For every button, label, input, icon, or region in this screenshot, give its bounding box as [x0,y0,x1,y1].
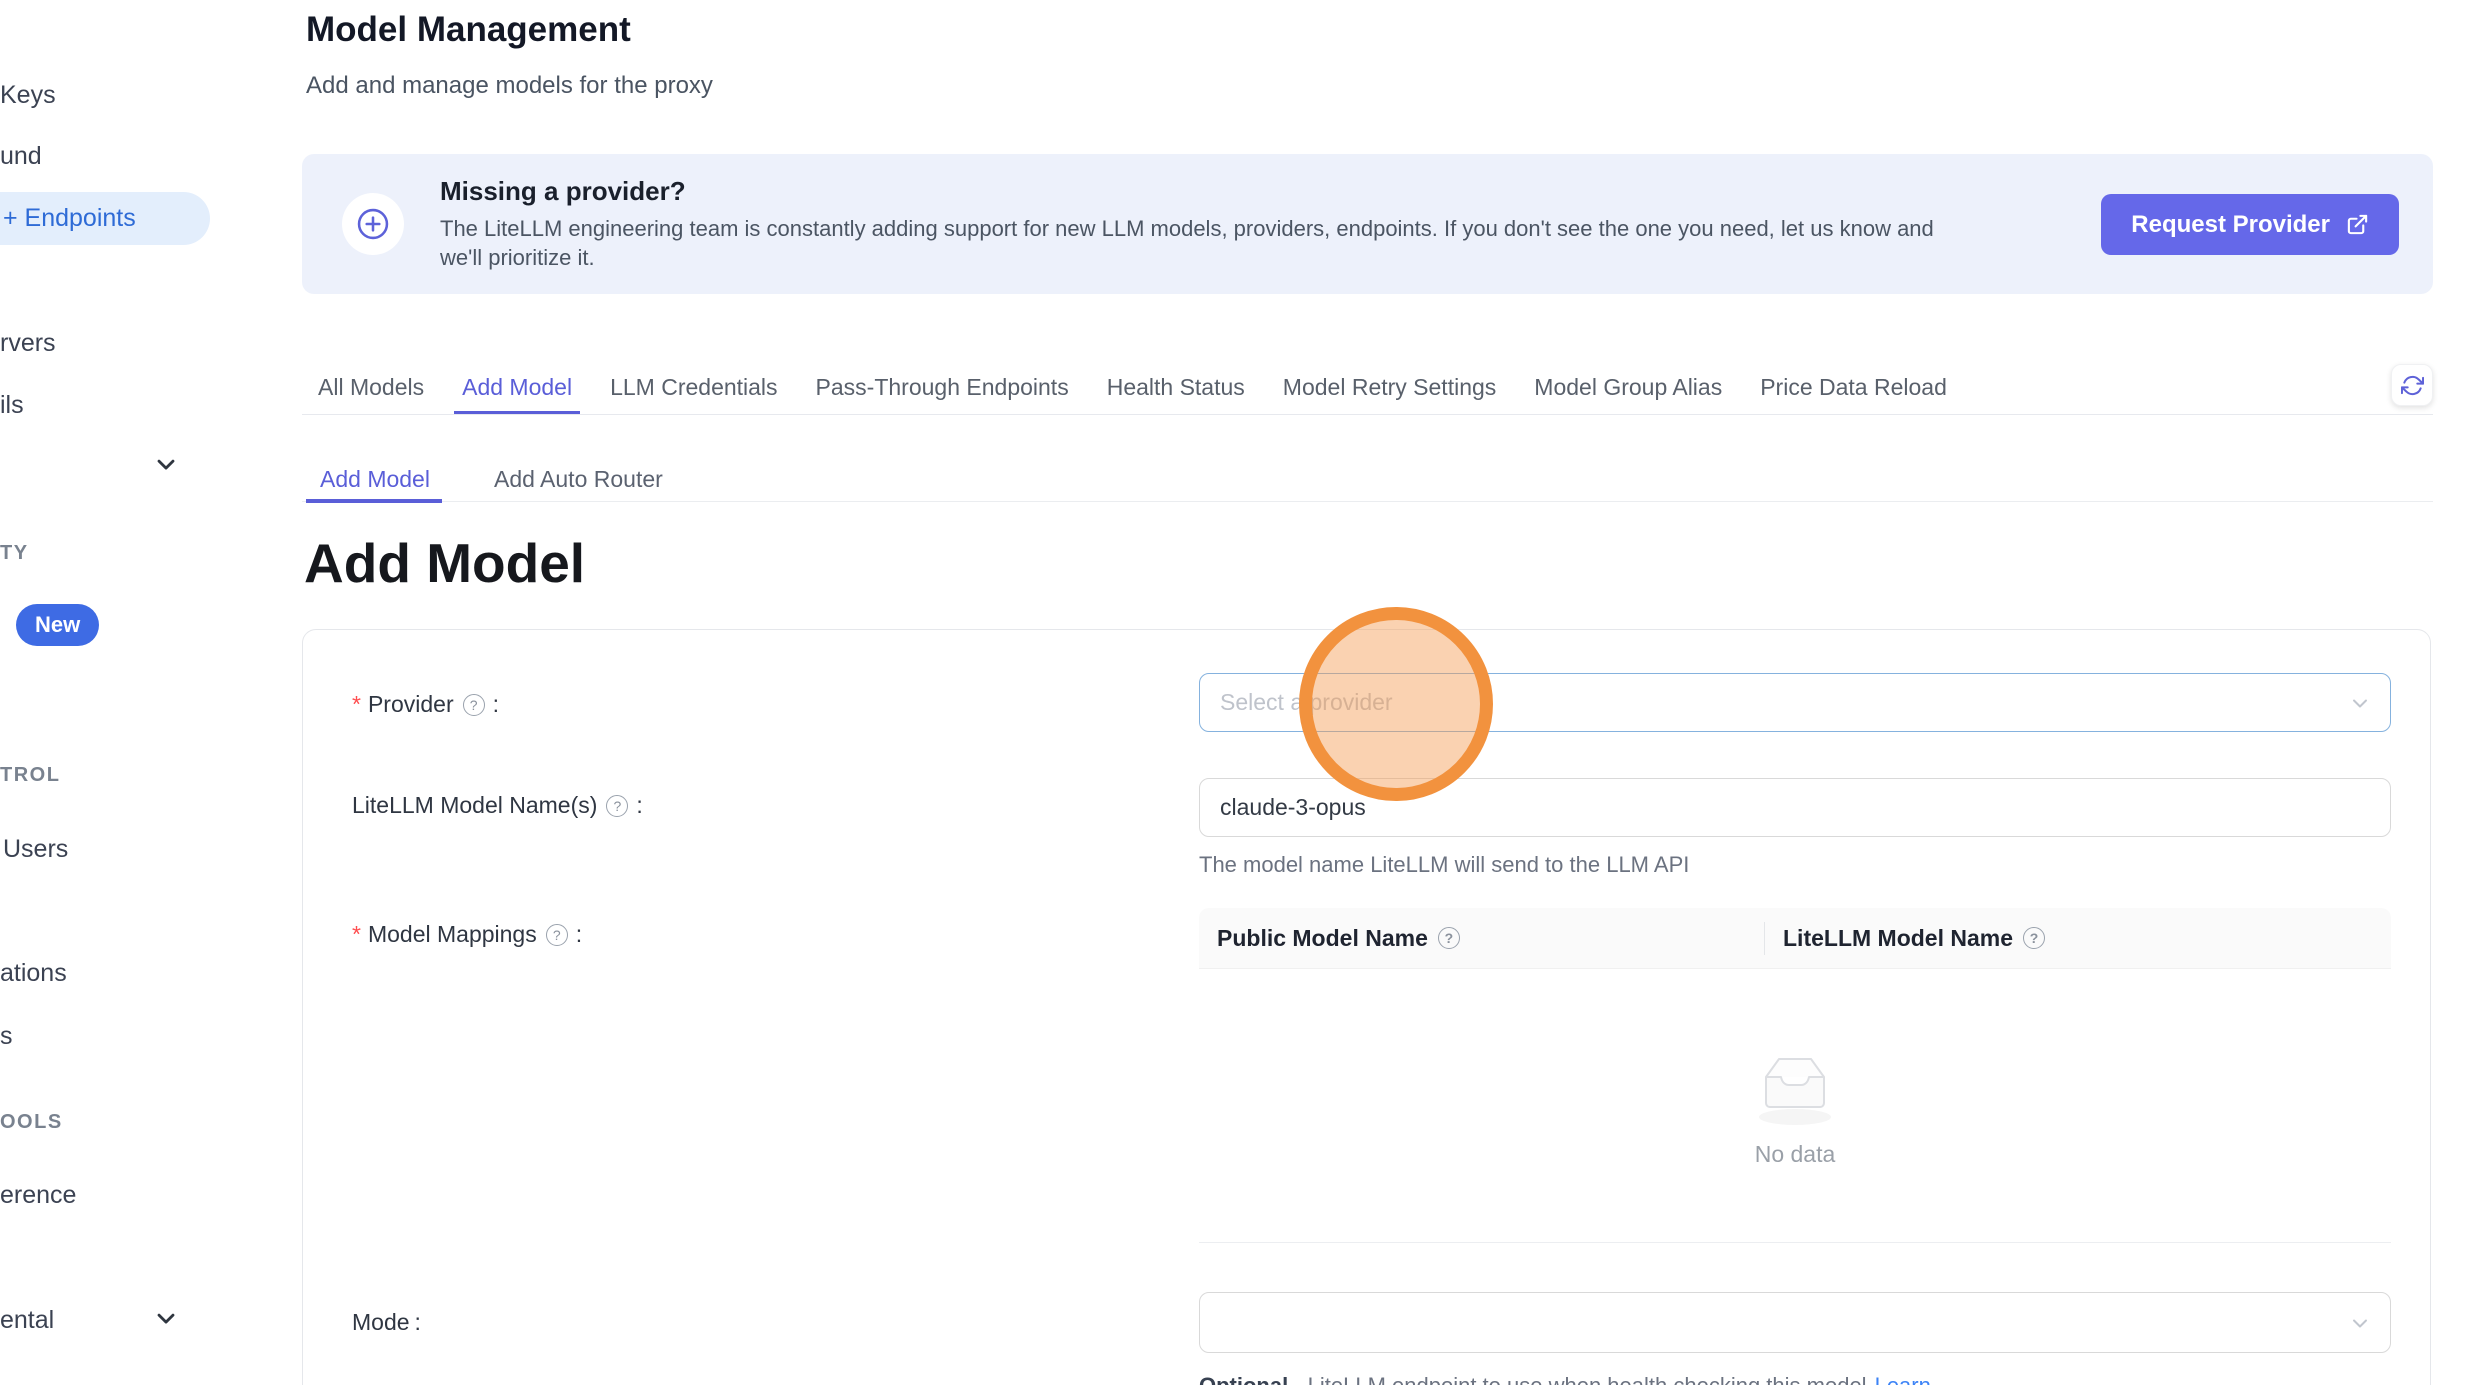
page-title: Model Management [306,10,631,50]
banner-body-line2: we'll prioritize it. [440,243,1934,272]
model-mappings-label: * Model Mappings ? : [352,921,582,948]
help-glyph: ? [614,798,622,814]
sidebar-item-label: + Endpoints [3,204,136,233]
new-badge-label: New [35,612,80,638]
sidebar: Keys und + Endpoints rvers ils TY New TR… [0,0,305,1385]
mode-helper: Optional - LiteLLM endpoint to use when h… [1199,1373,1931,1385]
active-subtab-underline [306,499,442,503]
model-name-label-text: LiteLLM Model Name(s) [352,792,597,819]
label-colon: : [636,792,642,819]
help-icon[interactable]: ? [546,924,568,946]
main-content: Model Management Add and manage models f… [302,0,2433,1385]
sidebar-section-control: TROL [0,763,60,787]
subtab-bar: Add Model Add Auto Router [302,416,2433,502]
sidebar-item-teams[interactable]: s [0,1021,13,1051]
tab-model-group-alias[interactable]: Model Group Alias [1534,365,1722,414]
sidebar-section-tools: OOLS [0,1110,63,1134]
column-header-litellm-model-name: LiteLLM Model Name ? [1765,908,2391,968]
tab-llm-credentials[interactable]: LLM Credentials [610,365,777,414]
chevron-down-icon[interactable] [152,1304,180,1337]
label-colon: : [415,1309,421,1336]
provider-label: * Provider ? : [352,691,499,718]
sidebar-item-details[interactable]: ils [0,390,24,420]
subtab-add-model[interactable]: Add Model [320,466,430,493]
chevron-down-icon [2348,1311,2372,1335]
help-glyph: ? [1445,930,1454,946]
app-root: Keys und + Endpoints rvers ils TY New TR… [0,0,2477,1385]
banner-body: The LiteLLM engineering team is constant… [440,214,1934,272]
model-name-label: LiteLLM Model Name(s) ? : [352,792,643,819]
sidebar-item-experimental[interactable]: ental [0,1305,54,1335]
tab-bar: All Models Add Model LLM Credentials Pas… [302,365,2433,415]
model-name-input[interactable]: claude-3-opus [1199,778,2391,837]
provider-label-text: Provider [368,691,454,718]
table-header: Public Model Name ? LiteLLM Model Name ? [1199,908,2391,969]
learn-link[interactable]: Learn [1875,1373,1931,1385]
tab-all-models[interactable]: All Models [318,365,424,414]
no-data-text: No data [1755,1141,1836,1168]
provider-select[interactable]: Select a provider [1199,673,2391,732]
sidebar-item-endpoints-active[interactable]: + Endpoints [0,192,210,245]
tab-model-retry-settings[interactable]: Model Retry Settings [1283,365,1496,414]
help-icon[interactable]: ? [1438,927,1460,949]
sidebar-item-servers[interactable]: rvers [0,328,56,358]
missing-provider-banner: Missing a provider? The LiteLLM engineer… [302,154,2433,294]
sidebar-section-label: TY [0,541,29,565]
chevron-down-icon[interactable] [152,450,180,483]
mode-helper-bold: Optional [1199,1373,1288,1385]
new-badge: New [16,604,99,646]
chevron-down-icon [2348,691,2372,715]
table-empty-state: No data [1199,969,2391,1243]
model-name-value: claude-3-opus [1220,794,1366,821]
model-mappings-table: Public Model Name ? LiteLLM Model Name ?… [1199,908,2391,1243]
required-marker: * [352,691,361,718]
page-subtitle: Add and manage models for the proxy [306,72,713,100]
label-colon: : [576,921,582,948]
mode-select[interactable] [1199,1292,2391,1353]
subtab-add-auto-router[interactable]: Add Auto Router [494,466,663,493]
sidebar-item-playground[interactable]: und [0,141,42,171]
label-colon: : [493,691,499,718]
mode-label-text: Mode [352,1309,410,1336]
mode-helper-text: - LiteLLM endpoint to use when health ch… [1294,1373,1866,1385]
column-label: Public Model Name [1217,925,1428,952]
banner-body-line1: The LiteLLM engineering team is constant… [440,214,1934,243]
banner-title: Missing a provider? [440,176,686,207]
help-glyph: ? [470,697,478,713]
help-icon[interactable]: ? [463,694,485,716]
request-provider-button[interactable]: Request Provider [2101,194,2399,255]
section-heading: Add Model [304,533,585,593]
tab-pass-through-endpoints[interactable]: Pass-Through Endpoints [816,365,1069,414]
sidebar-item-keys[interactable]: Keys [0,80,56,110]
column-label: LiteLLM Model Name [1783,925,2013,952]
empty-box-icon [1732,1043,1858,1129]
sidebar-item-users[interactable]: Users [3,834,68,864]
external-link-icon [2346,213,2369,236]
add-model-form-card: * Provider ? : Select a provider LiteLLM… [302,629,2431,1385]
model-name-helper: The model name LiteLLM will send to the … [1199,852,1689,878]
column-header-public-model-name: Public Model Name ? [1199,908,1765,968]
refresh-button[interactable] [2391,364,2433,406]
sidebar-item-organizations[interactable]: ations [0,958,67,988]
provider-placeholder: Select a provider [1220,689,1393,716]
request-provider-label: Request Provider [2131,211,2330,239]
plus-circle-icon [342,193,404,255]
tab-price-data-reload[interactable]: Price Data Reload [1760,365,1947,414]
sidebar-item-inference[interactable]: erence [0,1180,76,1210]
mode-label: Mode : [352,1309,421,1336]
required-marker: * [352,921,361,948]
help-icon[interactable]: ? [2023,927,2045,949]
help-glyph: ? [553,927,561,943]
model-mappings-label-text: Model Mappings [368,921,537,948]
tab-health-status[interactable]: Health Status [1107,365,1245,414]
help-glyph: ? [2030,930,2039,946]
refresh-icon [2401,374,2424,397]
help-icon[interactable]: ? [606,795,628,817]
tab-add-model[interactable]: Add Model [462,365,572,414]
